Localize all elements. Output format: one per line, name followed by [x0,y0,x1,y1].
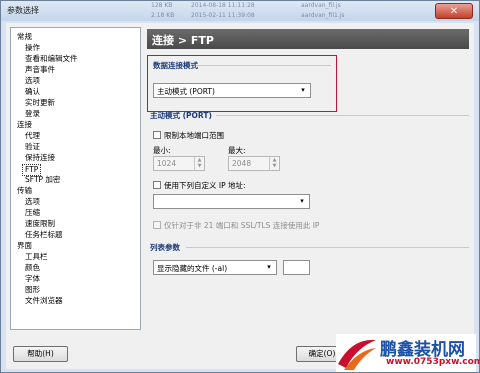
use-ip-checkbox[interactable] [153,181,161,189]
active-mode-title: 主动模式 (PORT) [150,111,212,120]
limit-ports-checkbox[interactable] [153,131,161,139]
tree-item[interactable]: SFTP 加密 [25,175,60,185]
tree-item[interactable]: 代理 [25,131,40,141]
max-port-spinner[interactable]: 2048 ▲ ▼ [228,156,280,171]
background-text: 128 KB [151,2,173,9]
panel-title: 连接 > FTP [152,34,214,47]
data-mode-select[interactable]: 主动模式 (PORT) ▾ [153,83,311,98]
use-ip-label: 使用下列自定义 IP 地址: [164,181,246,190]
category-tree[interactable]: 常规 操作 查看和编辑文件 声音事件 选项 确认 实时更新 登录 连接 代理 验证 保持连接 FTP SF… [10,27,141,330]
limit-ports-label: 限制本地端口范围 [164,131,224,140]
list-params-value: 显示隐藏的文件 (-al) [157,264,228,273]
tree-item[interactable]: 保持连接 [25,153,55,163]
data-mode-value: 主动模式 (PORT) [157,87,215,96]
tree-item[interactable]: 操作 [25,43,40,53]
list-params-title: 列表参数 [150,243,180,252]
swoosh-logo-icon [338,339,376,370]
list-params-select[interactable]: 显示隐藏的文件 (-al) ▾ [153,260,277,275]
min-port-spinner[interactable]: 1024 ▲ ▼ [153,156,205,171]
tree-item[interactable]: 传输 [17,186,32,196]
chevron-down-icon: ▾ [300,197,304,205]
divider [196,65,331,66]
background-text: 2014-08-18 11:11:28 [191,2,255,9]
preferences-window: 参数选择 128 KB 2014-08-18 11:11:28 aardvan_… [0,0,480,373]
divider [216,115,469,116]
background-text: aardvan_fil.js [301,2,341,9]
background-text: 2.18 KB [151,12,175,19]
tree-item[interactable]: 确认 [25,87,40,97]
tree-item[interactable]: 验证 [25,142,40,152]
spinner-buttons[interactable]: ▲ ▼ [194,157,204,170]
tree-item[interactable]: 连接 [17,120,32,130]
max-port-value: 2048 [232,159,252,168]
watermark-url: www.0753pxw.com [386,357,480,367]
tree-item[interactable]: 登录 [25,109,40,119]
min-port-value: 1024 [157,159,177,168]
tree-item[interactable]: 声音事件 [25,65,55,75]
tree-item[interactable]: 任务栏标题 [25,230,63,240]
ip-address-combo[interactable]: ▾ [153,194,310,209]
panel-header: 连接 > FTP [147,29,469,49]
window-title: 参数选择 [7,6,39,15]
tree-item[interactable]: 查看和编辑文件 [25,54,78,64]
help-button[interactable]: 帮助(H) [13,346,68,362]
list-params-input[interactable] [283,260,310,275]
chevron-down-icon: ▾ [267,263,271,271]
data-mode-title: 数据连接模式 [153,61,198,70]
watermark: 鹏鑫装机网 www.0753pxw.com [336,334,480,372]
divider [186,247,469,248]
title-bar: 参数选择 128 KB 2014-08-18 11:11:28 aardvan_… [1,1,479,21]
min-label: 最小: [153,146,171,155]
close-button[interactable]: ✕ [435,3,473,19]
tree-item[interactable]: 常规 [17,32,32,42]
tree-item[interactable]: 字体 [25,274,40,284]
max-label: 最大: [228,146,246,155]
ssl-only-checkbox[interactable] [153,221,161,229]
chevron-down-icon: ▾ [301,86,305,94]
tree-item[interactable]: 工具栏 [25,252,48,262]
ssl-only-label: 仅针对于非 21 端口和 SSL/TLS 连接使用此 IP [164,221,320,230]
dialog-client: 常规 操作 查看和编辑文件 声音事件 选项 确认 实时更新 登录 连接 代理 验证 保持连接 FTP SF… [6,23,474,369]
tree-item[interactable]: 速度限制 [25,219,55,229]
tree-item[interactable]: 实时更新 [25,98,55,108]
tree-item[interactable]: 选项 [25,197,40,207]
background-text: aardvan_fil1.js [301,12,345,19]
tree-item[interactable]: 压缩 [25,208,40,218]
tree-item[interactable]: 图形 [25,285,40,295]
tree-item[interactable]: 文件浏览器 [25,296,63,306]
tree-item[interactable]: 界面 [17,241,32,251]
spinner-buttons[interactable]: ▲ ▼ [269,157,279,170]
spin-down-icon: ▼ [272,163,277,169]
close-icon: ✕ [449,6,459,17]
background-text: 2015-02-11 11:39:08 [191,12,255,19]
tree-item[interactable]: 选项 [25,76,40,86]
tree-item[interactable]: 颜色 [25,263,40,273]
spin-down-icon: ▼ [197,163,202,169]
